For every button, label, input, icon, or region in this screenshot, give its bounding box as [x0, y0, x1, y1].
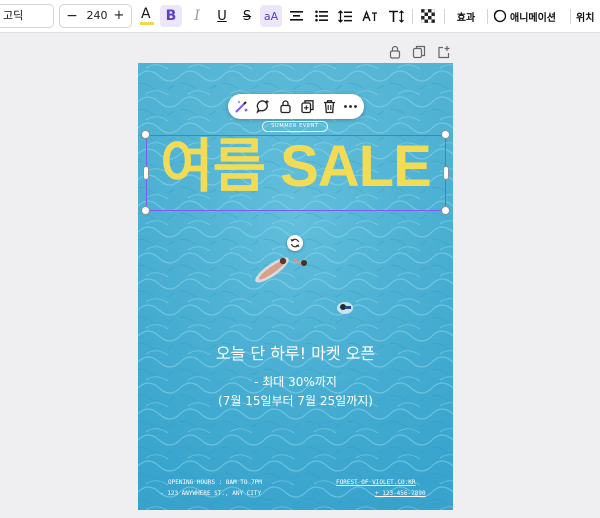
- toolbar-divider: [570, 9, 571, 24]
- text-color-swatch: [140, 22, 154, 25]
- strikethrough-button[interactable]: S: [238, 5, 256, 27]
- font-family-select[interactable]: 고딕: [0, 4, 54, 28]
- magic-edit-button[interactable]: [234, 99, 249, 114]
- decrease-font-size-button[interactable]: −: [65, 5, 79, 27]
- text-height-button[interactable]: [385, 5, 407, 27]
- bullet-list-button[interactable]: [312, 5, 330, 27]
- text-color-button[interactable]: A: [138, 5, 156, 27]
- text-toolbar: 고딕 − 240 + A B I U S aA 효과 애니메이션 위치: [0, 0, 600, 33]
- poster-tagline[interactable]: 오늘 단 하루! 마켓 오픈: [138, 340, 453, 364]
- duplicate-icon: [412, 45, 426, 59]
- align-center-button[interactable]: [287, 5, 305, 27]
- italic-icon: I: [194, 8, 200, 24]
- poster-canvas[interactable]: SUMMER EVENT 여름 SALE 오늘 단 하루! 마켓 오픈 - 최대…: [138, 63, 453, 510]
- add-page-icon: [438, 46, 450, 59]
- element-context-toolbar: [228, 94, 364, 119]
- address-text[interactable]: - 123 ANYWHERE ST., ANY CITY: [160, 490, 261, 497]
- lock-icon: [280, 100, 291, 114]
- toolbar-divider: [487, 9, 488, 24]
- toolbar-divider: [444, 9, 445, 24]
- line-spacing-button[interactable]: [336, 5, 354, 27]
- magic-wand-icon: [235, 100, 248, 113]
- bold-icon: B: [165, 8, 177, 24]
- transparency-icon: [421, 9, 435, 23]
- strikethrough-icon: S: [242, 8, 252, 24]
- comment-button[interactable]: [256, 99, 271, 114]
- text-selection-box[interactable]: [146, 135, 446, 211]
- text-height-icon: [388, 9, 404, 23]
- lock-element-button[interactable]: [278, 99, 293, 114]
- rotate-icon: [290, 238, 300, 248]
- animation-icon: [493, 9, 507, 23]
- letter-spacing-button[interactable]: [360, 5, 380, 27]
- resize-handle-top-left[interactable]: [141, 130, 150, 139]
- animation-button[interactable]: 애니메이션: [493, 5, 565, 27]
- website-link[interactable]: FOREST OF VIOLET.CO.KR: [336, 479, 415, 486]
- increase-font-size-button[interactable]: +: [112, 5, 126, 27]
- add-page-button[interactable]: [437, 44, 451, 59]
- duplicate-element-button[interactable]: [300, 99, 315, 114]
- letter-spacing-icon: [362, 9, 377, 21]
- transparency-button[interactable]: [418, 5, 438, 27]
- duplicate-icon: [301, 100, 314, 114]
- poster-dates[interactable]: (7월 15일부터 7월 25일까지): [138, 392, 453, 409]
- poster-discount[interactable]: - 최대 30%까지: [138, 373, 453, 390]
- swimmer-illustration: [337, 302, 353, 314]
- phone-text[interactable]: + 123-456-7890: [375, 490, 426, 497]
- animation-label: 애니메이션: [510, 12, 556, 24]
- comment-icon: [256, 100, 269, 114]
- rotate-handle[interactable]: [287, 235, 303, 251]
- effects-button[interactable]: 효과: [451, 5, 481, 27]
- letter-case-button[interactable]: aA: [260, 5, 282, 27]
- underline-icon: U: [217, 8, 227, 24]
- opening-hours-text[interactable]: OPENING HOURS : 8AM TO 7PM: [168, 479, 262, 486]
- toolbar-divider: [412, 9, 413, 24]
- lock-icon: [389, 45, 401, 59]
- letter-case-icon: aA: [263, 9, 279, 23]
- underline-button[interactable]: U: [213, 5, 231, 27]
- resize-handle-top-right[interactable]: [441, 130, 450, 139]
- more-options-button[interactable]: [343, 99, 358, 114]
- resize-handle-bottom-left[interactable]: [141, 206, 150, 215]
- trash-icon: [324, 100, 335, 114]
- line-spacing-icon: [338, 9, 352, 23]
- delete-element-button[interactable]: [322, 99, 337, 114]
- align-center-icon: [289, 11, 303, 21]
- font-size-stepper: − 240 +: [59, 4, 132, 28]
- font-size-input[interactable]: 240: [80, 5, 114, 27]
- duplicate-page-button[interactable]: [412, 44, 426, 59]
- swimmer-on-float-illustration: [255, 257, 307, 283]
- resize-handle-bottom-right[interactable]: [441, 206, 450, 215]
- resize-handle-left[interactable]: [143, 166, 149, 180]
- bullet-list-icon: [314, 10, 328, 22]
- bold-button[interactable]: B: [160, 5, 182, 27]
- position-button[interactable]: 위치: [576, 5, 600, 27]
- resize-handle-right[interactable]: [443, 166, 449, 180]
- italic-button[interactable]: I: [188, 5, 206, 27]
- lock-page-button[interactable]: [388, 44, 402, 59]
- more-icon: [344, 105, 357, 108]
- text-color-icon: A: [141, 6, 151, 22]
